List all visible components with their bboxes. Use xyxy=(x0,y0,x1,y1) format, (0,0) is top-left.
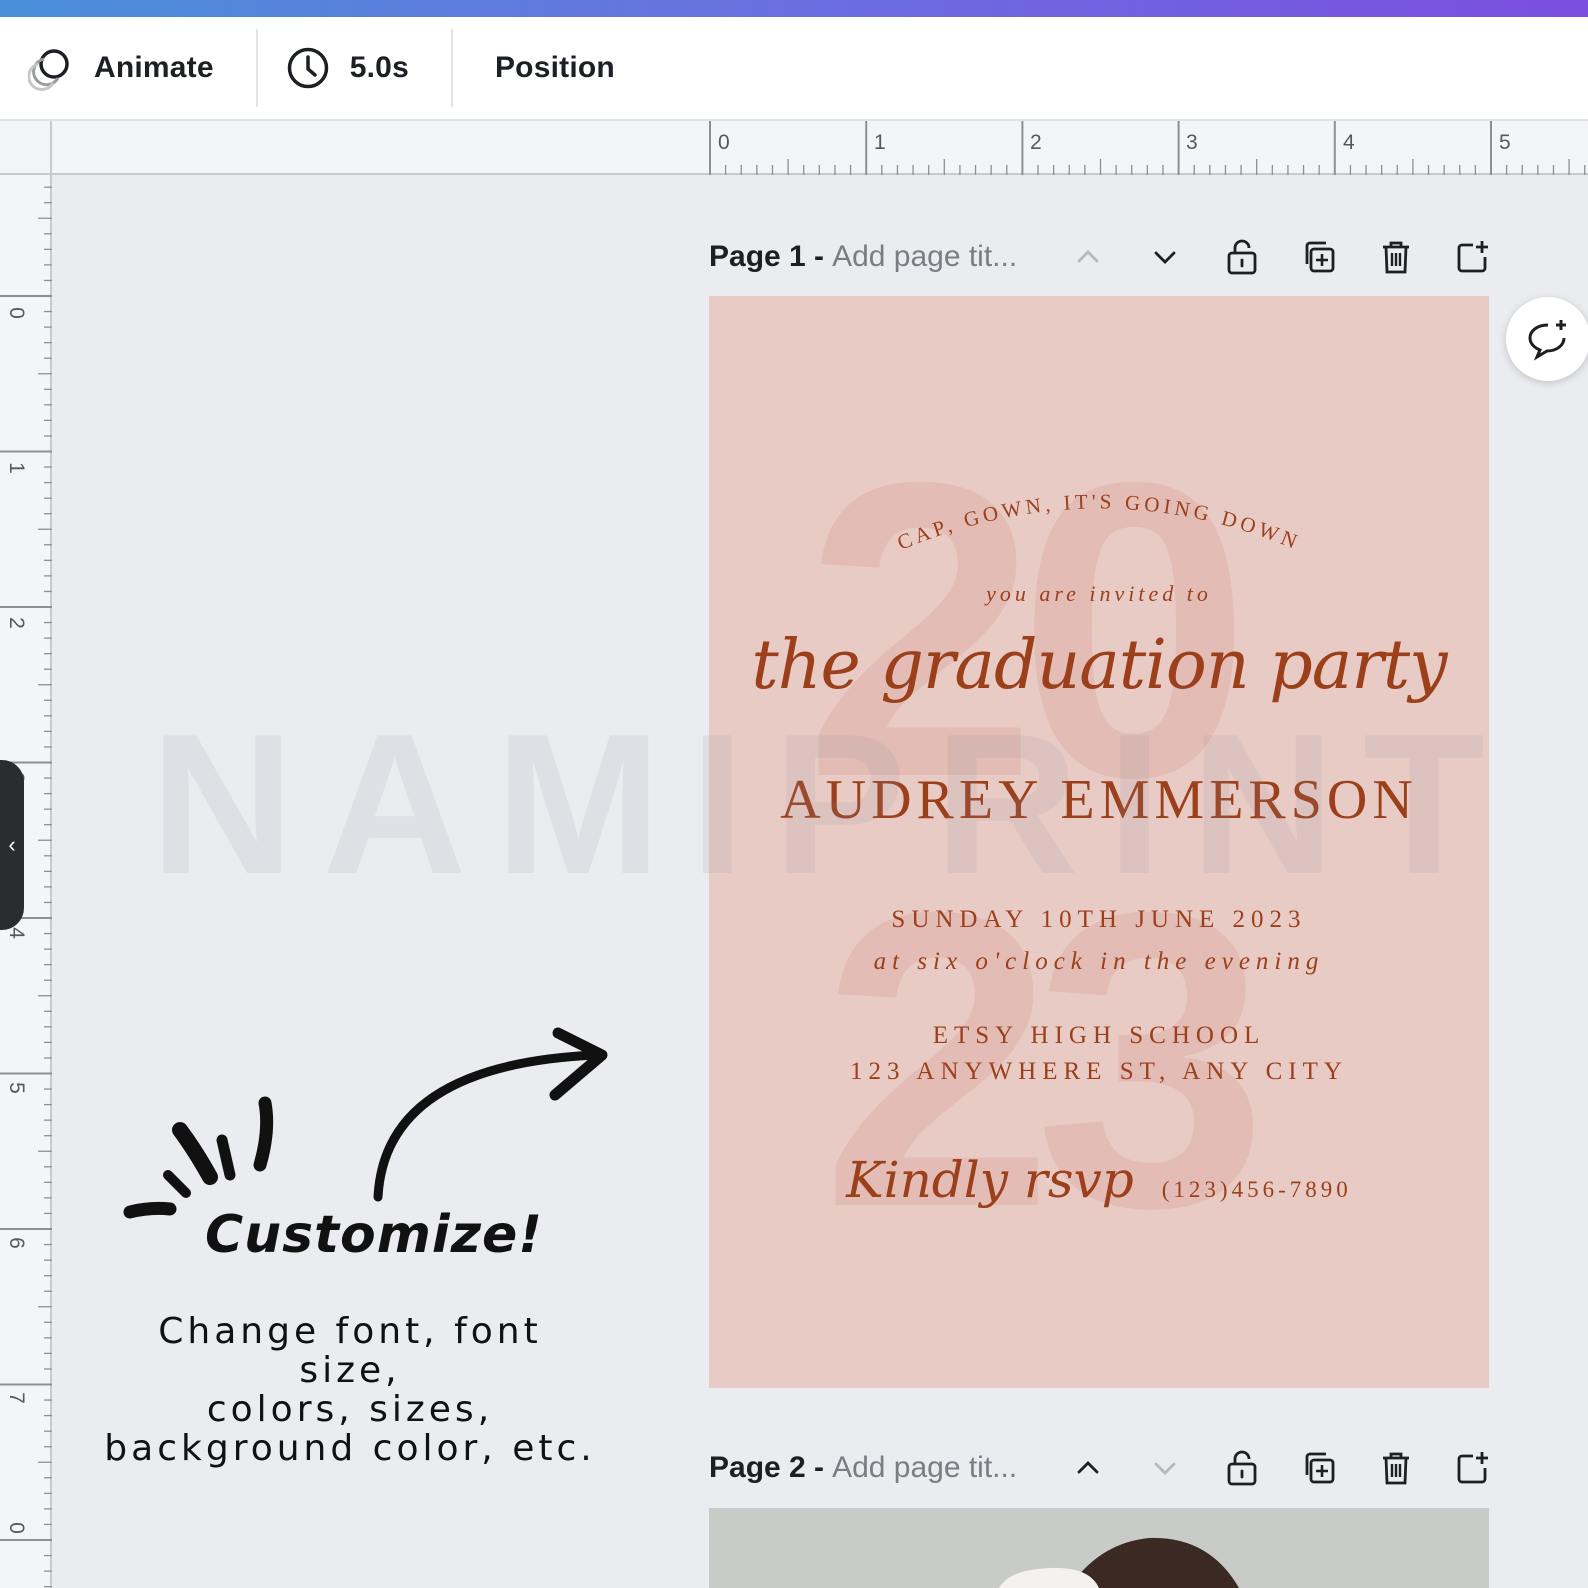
lock-page-button[interactable] xyxy=(1203,1438,1280,1498)
ruler-corner xyxy=(0,121,52,175)
add-comment-icon xyxy=(1528,320,1566,361)
ruler-tick-label: 7 xyxy=(4,1392,28,1404)
unlock-icon xyxy=(1227,239,1256,275)
move-page-up-button[interactable] xyxy=(1049,1438,1126,1498)
chevron-left-icon: ‹ xyxy=(8,832,16,857)
customize-description-line: Change font, font size, xyxy=(158,1311,542,1391)
animate-label: Animate xyxy=(94,51,214,84)
design-page-2[interactable] xyxy=(709,1508,1489,1588)
page-2-header: Page 2 - Add page tit... xyxy=(709,1438,1489,1498)
duplicate-page-button[interactable] xyxy=(1280,227,1357,287)
page-1-header: Page 1 - Add page tit... xyxy=(709,227,1489,287)
event-address: 123 ANYWHERE ST, ANY CITY xyxy=(850,1058,1348,1085)
page-2-photo xyxy=(709,1508,1489,1588)
duplicate-page-button[interactable] xyxy=(1280,1438,1357,1498)
delete-page-button[interactable] xyxy=(1357,1438,1434,1498)
chevron-down-icon xyxy=(1154,1462,1175,1475)
page-title: Page 1 - xyxy=(709,240,825,273)
honoree-name: AUDREY EMMERSON xyxy=(780,769,1418,831)
event-date: SUNDAY 10TH JUNE 2023 xyxy=(891,906,1307,933)
customize-description-line: colors, sizes, xyxy=(206,1389,494,1430)
top-accent-bar xyxy=(0,0,1588,17)
ruler-tick-label: 2 xyxy=(1030,131,1042,154)
delete-page-button[interactable] xyxy=(1357,227,1434,287)
design-page-1[interactable]: 20 23 CAP, GOWN, IT'S GOING DOWN you are… xyxy=(709,296,1489,1388)
customize-description: Change font, font size, colors, sizes, b… xyxy=(100,1312,600,1468)
arc-tagline-text: CAP, GOWN, IT'S GOING DOWN xyxy=(894,489,1300,554)
add-comment-button[interactable] xyxy=(1506,297,1588,381)
position-button[interactable]: Position xyxy=(453,17,615,119)
editor-toolbar: Animate 5.0s Position xyxy=(0,17,1588,121)
event-script-title: the graduation party xyxy=(751,626,1447,705)
ruler-tick-label: 2 xyxy=(4,617,28,629)
side-panel-toggle[interactable]: ‹ xyxy=(0,760,24,930)
arc-tagline: CAP, GOWN, IT'S GOING DOWN xyxy=(894,489,1304,554)
animate-icon xyxy=(28,49,69,91)
event-venue: ETSY HIGH SCHOOL xyxy=(932,1022,1266,1049)
ruler-tick-label: 5 xyxy=(4,1082,28,1094)
invited-text: you are invited to xyxy=(986,581,1212,606)
move-page-up-button[interactable] xyxy=(1049,227,1126,287)
ruler-tick-label: 0 xyxy=(4,307,28,319)
svg-text:CAP, GOWN, IT'S GOING DOWN: CAP, GOWN, IT'S GOING DOWN xyxy=(894,489,1304,554)
duration-label: 5.0s xyxy=(349,51,409,84)
duplicate-page-icon xyxy=(1305,241,1334,273)
position-label: Position xyxy=(494,51,615,84)
event-time: at six o'clock in the evening xyxy=(873,948,1325,975)
trash-icon xyxy=(1382,241,1409,274)
add-page-button[interactable] xyxy=(1434,1438,1511,1498)
rsvp-script: Kindly rsvp xyxy=(846,1151,1134,1209)
duration-button[interactable]: 5.0s xyxy=(258,17,451,119)
move-page-down-button[interactable] xyxy=(1126,1438,1203,1498)
customize-heading: Customize! xyxy=(205,1205,543,1265)
trash-icon xyxy=(1382,1452,1409,1485)
duplicate-page-icon xyxy=(1305,1452,1334,1484)
customize-description-line: background color, etc. xyxy=(104,1428,596,1469)
ruler-tick-label: 3 xyxy=(1186,131,1198,154)
ruler-tick-label: 1 xyxy=(4,462,28,474)
add-page-icon xyxy=(1457,241,1488,273)
horizontal-ruler: 0 1 2 3 4 5 xyxy=(0,121,1588,175)
add-page-icon xyxy=(1457,1452,1488,1484)
ruler-tick-label: 1 xyxy=(874,131,886,154)
ruler-tick-label: 0 xyxy=(4,1522,28,1534)
lock-page-button[interactable] xyxy=(1203,227,1280,287)
chevron-up-icon xyxy=(1077,250,1098,263)
page-title: Page 2 - xyxy=(709,1451,825,1484)
animate-button[interactable]: Animate xyxy=(28,17,256,119)
page-title-input[interactable]: Add page tit... xyxy=(832,1451,1017,1485)
ruler-tick-label: 4 xyxy=(1343,131,1355,154)
move-page-down-button[interactable] xyxy=(1126,227,1203,287)
chevron-up-icon xyxy=(1077,1461,1098,1474)
clock-icon xyxy=(287,47,329,89)
rsvp-line: Kindly rsvp (123)456-7890 xyxy=(709,1151,1489,1209)
page-title-input[interactable]: Add page tit... xyxy=(832,240,1017,274)
ruler-tick-label: 5 xyxy=(1499,131,1511,154)
ruler-tick-label: 6 xyxy=(4,1237,28,1249)
unlock-icon xyxy=(1227,1450,1256,1486)
ruler-tick-label: 0 xyxy=(718,131,730,154)
rsvp-phone: (123)456-7890 xyxy=(1161,1177,1352,1202)
curved-arrow-icon xyxy=(373,1027,608,1202)
chevron-down-icon xyxy=(1154,251,1175,264)
add-page-button[interactable] xyxy=(1434,227,1511,287)
